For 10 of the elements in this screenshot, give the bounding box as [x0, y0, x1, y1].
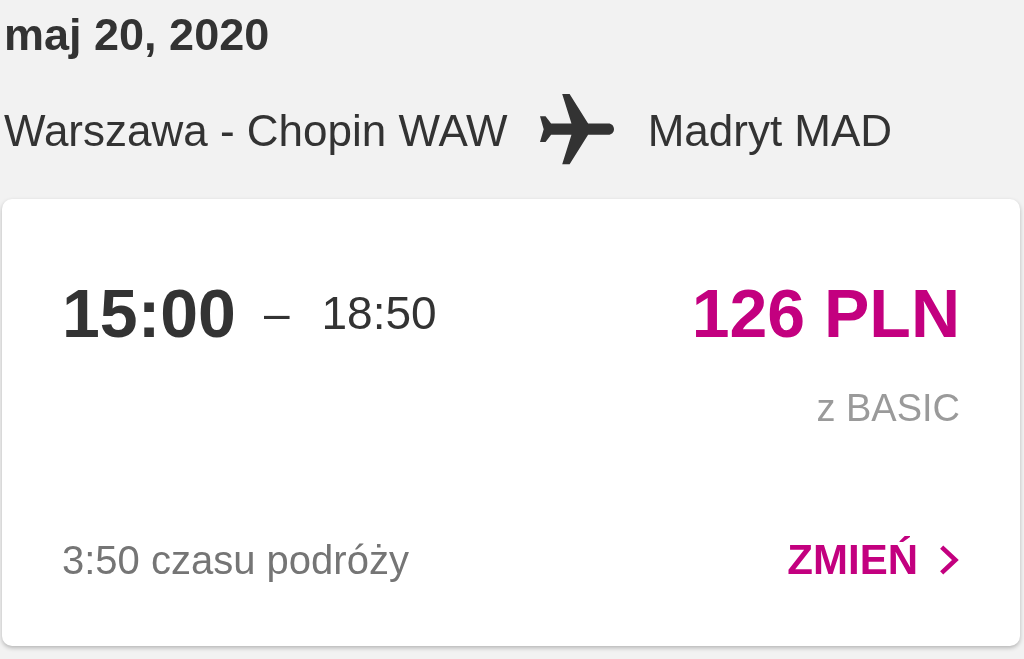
fare-type: z BASIC [816, 389, 960, 427]
time-separator: – [263, 290, 290, 336]
travel-duration: 3:50 czasu podróży [62, 540, 409, 580]
price: 126 PLN [691, 279, 960, 347]
arrival-time: 18:50 [321, 290, 437, 336]
chevron-right-icon [938, 544, 960, 576]
flight-date: maj 20, 2020 [4, 9, 270, 60]
destination-airport: Madryt MAD [647, 109, 893, 153]
departure-time: 15:00 [62, 279, 236, 347]
origin-airport: Warszawa - Chopin WAW [4, 109, 508, 153]
